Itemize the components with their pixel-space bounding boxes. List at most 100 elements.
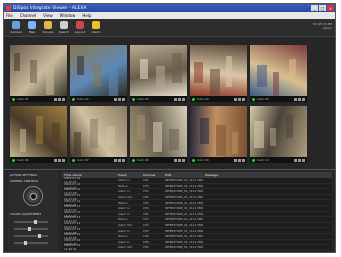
- slider-knob[interactable]: [28, 227, 31, 231]
- record-icon[interactable]: [234, 158, 237, 162]
- menu-view[interactable]: View: [43, 13, 53, 18]
- camera-name: Cam 08: [137, 158, 149, 162]
- scene-object: [286, 115, 293, 138]
- settings-icon[interactable]: [122, 97, 125, 101]
- snapshot-icon[interactable]: [118, 158, 121, 162]
- settings-icon[interactable]: [182, 158, 185, 162]
- scene-object: [156, 66, 165, 91]
- table-cell: INTERSTORE_01_1111.VMS: [165, 200, 204, 205]
- camera-video-feed[interactable]: [250, 106, 307, 157]
- settings-icon[interactable]: [242, 97, 245, 101]
- camera-video-feed[interactable]: [10, 106, 67, 157]
- slider-knob[interactable]: [24, 241, 27, 245]
- settings-icon[interactable]: [182, 97, 185, 101]
- settings-icon[interactable]: [122, 158, 125, 162]
- snapshot-icon[interactable]: [58, 158, 61, 162]
- camera-tile[interactable]: Cam 06: [10, 106, 67, 163]
- menu-file[interactable]: File: [6, 13, 13, 18]
- snapshot-icon[interactable]: [298, 158, 301, 162]
- status-dot-icon: [192, 97, 195, 101]
- settings-icon[interactable]: [62, 97, 65, 101]
- camera-video-feed[interactable]: [130, 106, 187, 157]
- camera-tile[interactable]: Cam 10: [250, 106, 307, 163]
- toolbar-layout-button[interactable]: Layout: [72, 21, 88, 34]
- slider-knob[interactable]: [34, 220, 37, 224]
- table-cell: Motion: [118, 200, 128, 205]
- close-button[interactable]: ×: [327, 5, 334, 11]
- snapshot-icon[interactable]: [238, 97, 241, 101]
- header-event[interactable]: Event: [118, 173, 143, 177]
- camera-video-feed[interactable]: [190, 45, 247, 96]
- right-info: 03:45:53 PM Alarm: [313, 22, 332, 30]
- settings-icon[interactable]: [242, 158, 245, 162]
- camera-tile[interactable]: Cam 04: [190, 45, 247, 102]
- record-icon[interactable]: [234, 97, 237, 101]
- menu-channel[interactable]: Channel: [20, 13, 36, 18]
- table-cell: CH5: [143, 200, 149, 205]
- snapshot-icon[interactable]: [58, 97, 61, 101]
- camera-tile[interactable]: Cam 01: [10, 45, 67, 102]
- camera-video-feed[interactable]: [70, 45, 127, 96]
- menu-help[interactable]: Help: [82, 13, 91, 18]
- camera-name: Cam 05: [257, 97, 269, 101]
- hue-slider[interactable]: [14, 241, 48, 245]
- record-icon[interactable]: [114, 97, 117, 101]
- table-cell: Alarm In: [118, 206, 130, 211]
- record-icon[interactable]: [294, 158, 297, 162]
- table-row[interactable]: 2004-07-12 14:30:41 Alarm Out CH1 INTERSTOR…: [62, 243, 332, 251]
- table-cell: CH7: [143, 217, 149, 222]
- camera-video-feed[interactable]: [130, 45, 187, 96]
- camera-tile[interactable]: Cam 03: [130, 45, 187, 102]
- scene-object: [137, 115, 145, 140]
- header-dvr[interactable]: DVR: [165, 173, 205, 177]
- slider-knob[interactable]: [38, 234, 41, 238]
- toolbar-map-button[interactable]: Map: [24, 21, 40, 34]
- toolbar-camera-button[interactable]: Camera: [8, 21, 24, 34]
- ptz-joystick[interactable]: [23, 186, 43, 206]
- toolbar-alarm-button[interactable]: Alarm: [88, 21, 104, 34]
- scene-object: [106, 126, 115, 146]
- toolbar-search-button[interactable]: Search: [56, 21, 72, 34]
- record-icon[interactable]: [54, 158, 57, 162]
- contrast-slider[interactable]: [14, 227, 48, 231]
- snapshot-icon[interactable]: [178, 97, 181, 101]
- snapshot-icon[interactable]: [298, 97, 301, 101]
- record-icon[interactable]: [114, 158, 117, 162]
- camera-tile[interactable]: Cam 02: [70, 45, 127, 102]
- camera-video-feed[interactable]: [250, 45, 307, 96]
- menu-window[interactable]: Window: [60, 13, 76, 18]
- snapshot-icon[interactable]: [238, 158, 241, 162]
- toolbar-label: Map: [28, 30, 36, 34]
- camera-video-feed[interactable]: [190, 106, 247, 157]
- header-message[interactable]: Message: [205, 173, 332, 177]
- record-icon[interactable]: [174, 158, 177, 162]
- ptz-center-button[interactable]: [30, 193, 37, 200]
- snapshot-icon[interactable]: [118, 97, 121, 101]
- header-channel[interactable]: Channel: [143, 173, 165, 177]
- camera-tile[interactable]: Cam 07: [70, 106, 127, 163]
- maximize-button[interactable]: □: [319, 5, 326, 11]
- record-icon[interactable]: [294, 97, 297, 101]
- scene-object: [52, 123, 60, 142]
- globe-icon: [28, 21, 36, 29]
- camera-tile[interactable]: Cam 09: [190, 106, 247, 163]
- minimize-button[interactable]: _: [311, 5, 318, 11]
- camera-status-bar: Cam 02: [70, 96, 127, 102]
- record-icon[interactable]: [54, 97, 57, 101]
- toolbar-groups-button[interactable]: Groups: [40, 21, 56, 34]
- camera-name: Cam 04: [197, 97, 209, 101]
- settings-icon[interactable]: [62, 158, 65, 162]
- table-cell: INTERSTORE_01_1111.VMS: [165, 183, 204, 188]
- camera-tile[interactable]: Cam 08: [130, 106, 187, 163]
- settings-icon[interactable]: [302, 158, 305, 162]
- camera-tile[interactable]: Cam 05: [250, 45, 307, 102]
- camera-video-feed[interactable]: [70, 106, 127, 157]
- brightness-slider[interactable]: [14, 220, 48, 224]
- camera-video-feed[interactable]: [10, 45, 67, 96]
- saturation-slider[interactable]: [14, 234, 48, 238]
- alarm-text: Alarm: [323, 26, 332, 30]
- record-icon[interactable]: [174, 97, 177, 101]
- settings-icon[interactable]: [302, 97, 305, 101]
- table-cell: CH6: [143, 239, 149, 244]
- snapshot-icon[interactable]: [178, 158, 181, 162]
